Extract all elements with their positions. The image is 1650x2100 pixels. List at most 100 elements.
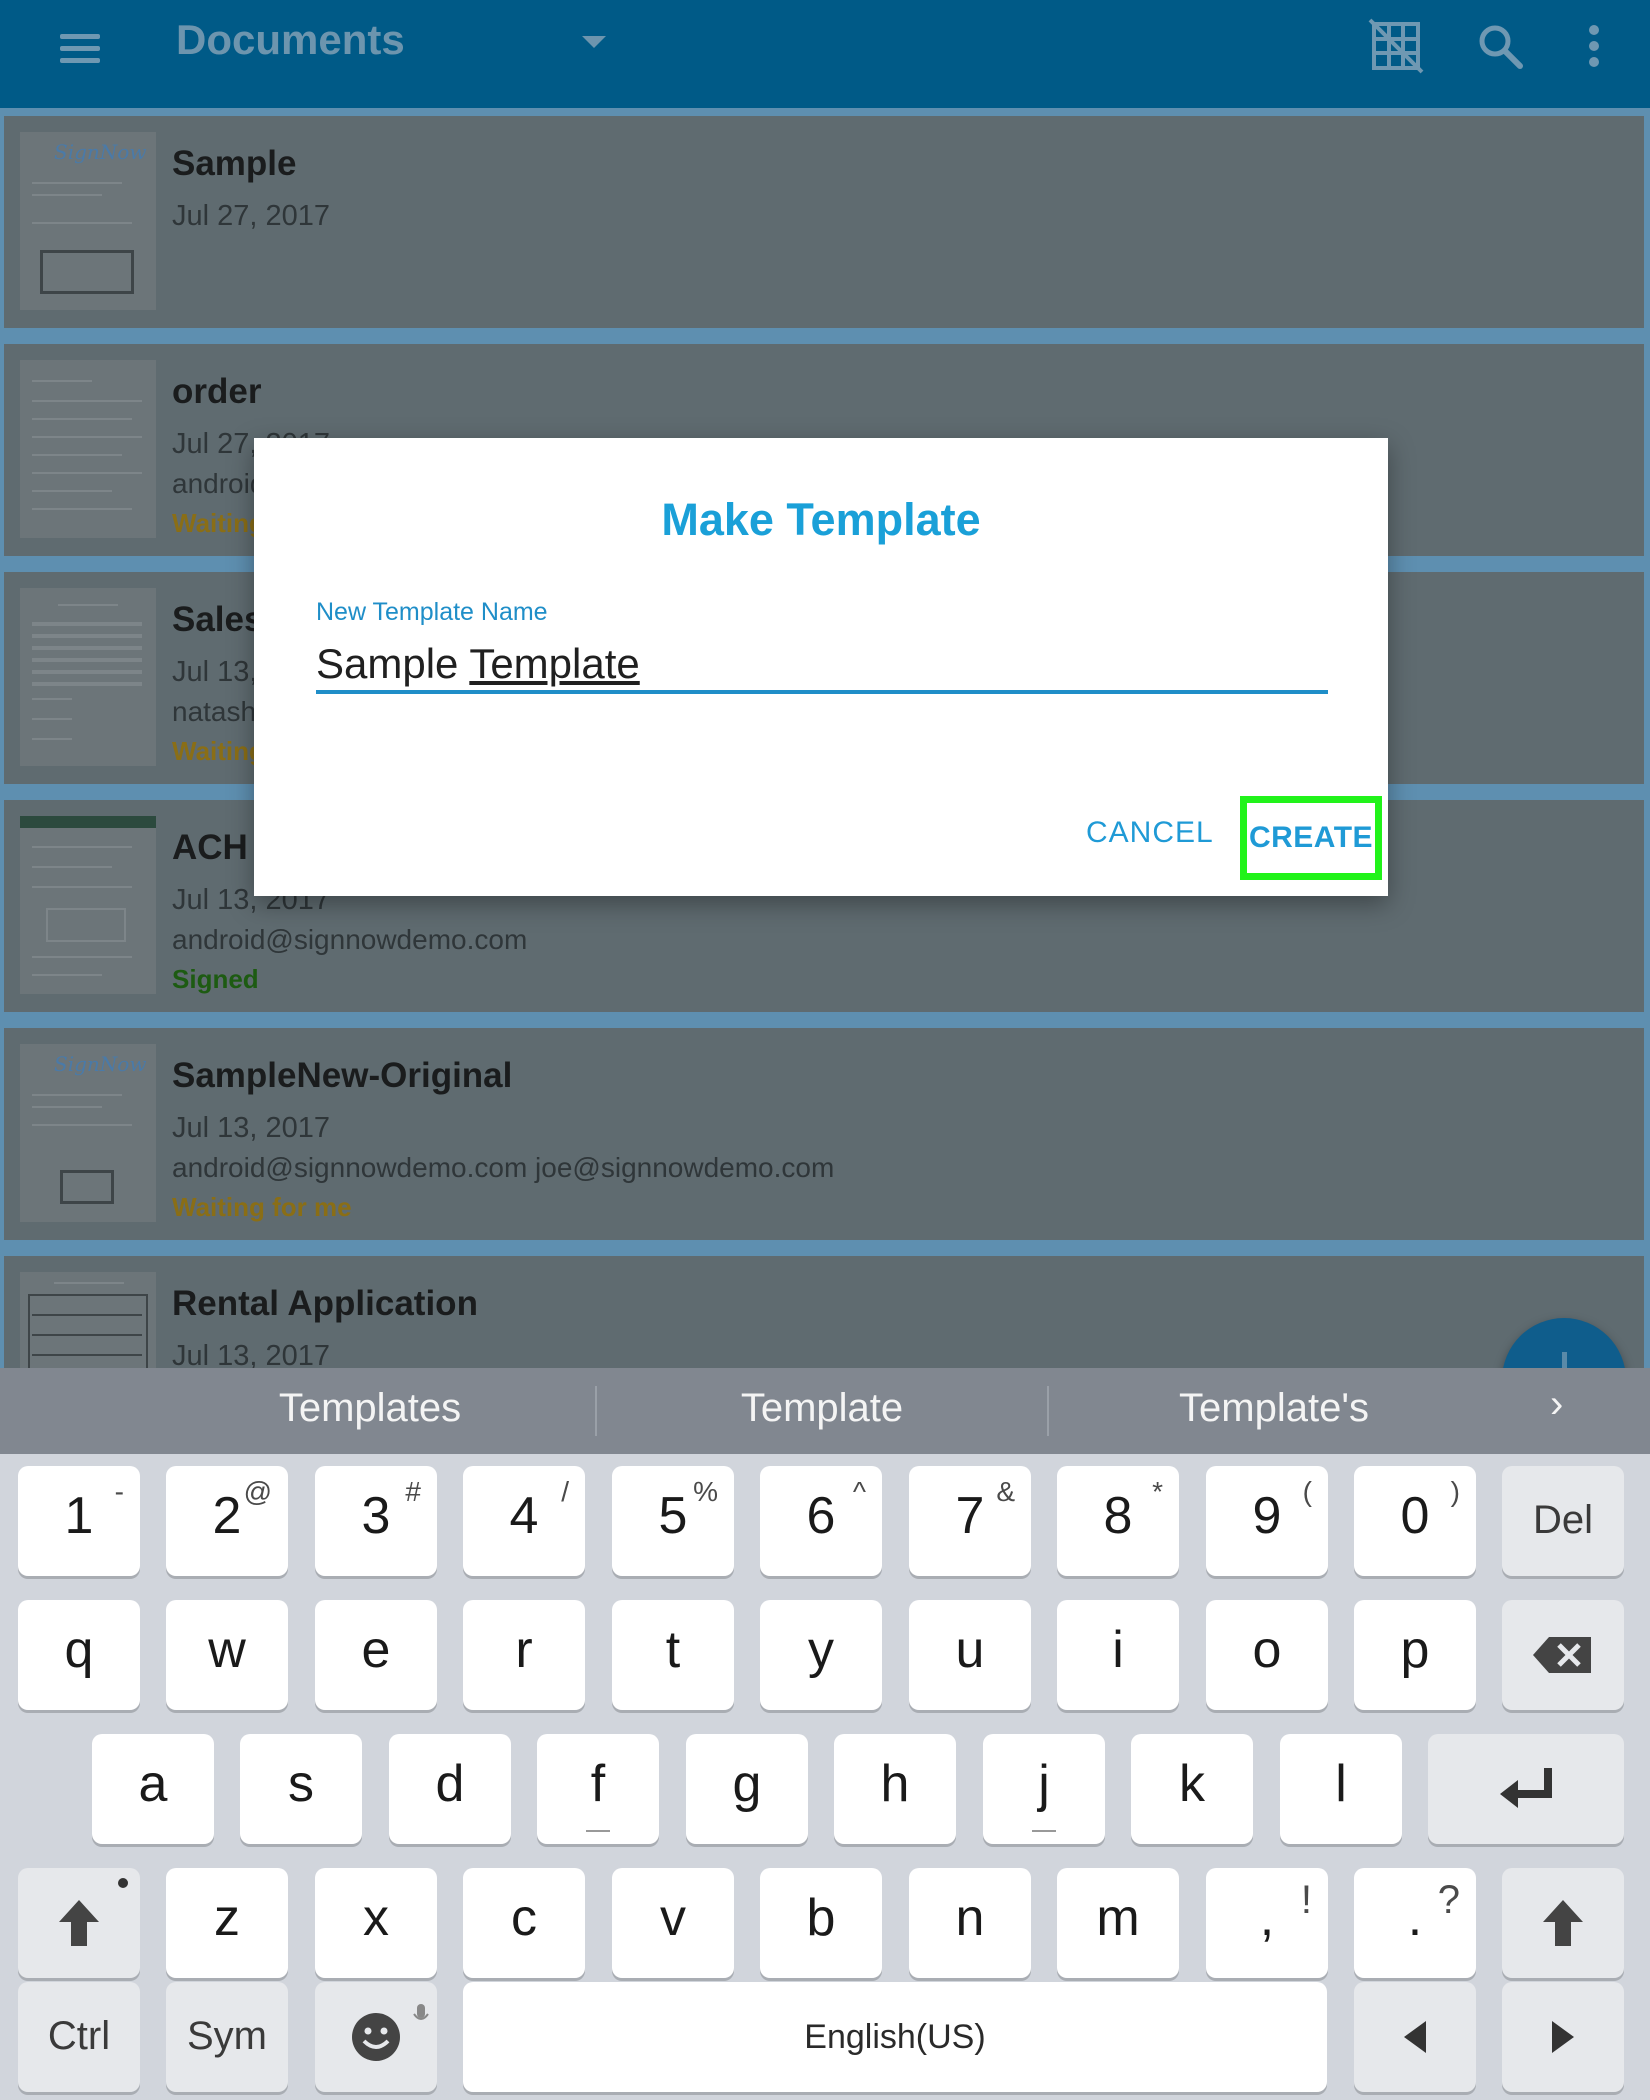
key-g[interactable]: g	[686, 1734, 808, 1844]
key-l[interactable]: l	[1280, 1734, 1402, 1844]
document-recipients: android@signnowdemo.com	[172, 924, 528, 955]
backspace-key[interactable]	[1502, 1600, 1624, 1710]
dropdown-caret-icon[interactable]	[582, 36, 606, 48]
key-0[interactable]: 0)	[1354, 1466, 1476, 1576]
key-5[interactable]: 5%	[612, 1466, 734, 1576]
sym-key[interactable]: Sym	[166, 1982, 288, 2092]
key-o[interactable]: o	[1206, 1600, 1328, 1710]
document-name: Rental Application	[172, 1284, 478, 1323]
key-c[interactable]: c	[463, 1868, 585, 1978]
key-r[interactable]: r	[463, 1600, 585, 1710]
key-y[interactable]: y	[760, 1600, 882, 1710]
key-comma[interactable]: ,!	[1206, 1868, 1328, 1978]
app-bar: Documents	[0, 0, 1650, 108]
document-name: Sales	[172, 600, 264, 639]
key-a[interactable]: a	[92, 1734, 214, 1844]
document-thumbnail	[20, 360, 156, 538]
key-f[interactable]: f	[537, 1734, 659, 1844]
document-thumbnail	[20, 588, 156, 766]
document-name: SampleNew-Original	[172, 1056, 513, 1095]
grid-off-icon[interactable]	[1364, 14, 1428, 78]
key-d[interactable]: d	[389, 1734, 511, 1844]
suggestion-strip: Templates Template Template's ›	[0, 1368, 1650, 1454]
key-k[interactable]: k	[1131, 1734, 1253, 1844]
cursor-right-key[interactable]	[1502, 1982, 1624, 2092]
shift-icon	[59, 1900, 99, 1946]
chevron-right-icon[interactable]: ›	[1550, 1382, 1563, 1427]
suggestion-item[interactable]: Template	[597, 1386, 1047, 1431]
emoji-icon	[352, 2013, 400, 2061]
enter-key[interactable]	[1428, 1734, 1624, 1844]
make-template-dialog: Make Template New Template Name Sample T…	[254, 438, 1388, 896]
suggestion-item[interactable]: Templates	[145, 1386, 595, 1431]
backspace-icon	[1533, 1637, 1591, 1673]
document-thumbnail	[20, 1272, 156, 1368]
key-u[interactable]: u	[909, 1600, 1031, 1710]
key-m[interactable]: m	[1057, 1868, 1179, 1978]
more-vert-icon[interactable]	[1564, 14, 1628, 78]
key-6[interactable]: 6 ^	[760, 1466, 882, 1576]
key-2[interactable]: 2 @	[166, 1466, 288, 1576]
document-thumbnail	[20, 816, 156, 994]
document-date: Jul 13, 2017	[172, 1340, 331, 1368]
key-q[interactable]: q	[18, 1600, 140, 1710]
key-7[interactable]: 7 &	[909, 1466, 1031, 1576]
key-p[interactable]: p	[1354, 1600, 1476, 1710]
shift-key-right[interactable]	[1502, 1868, 1624, 1978]
key-4[interactable]: 4/	[463, 1466, 585, 1576]
document-recipients: android@signnowdemo.com joe@signnowdemo.…	[172, 1152, 835, 1183]
cursor-left-key[interactable]	[1354, 1982, 1476, 2092]
enter-icon	[1500, 1768, 1552, 1808]
soft-keyboard: 1- 2 @ 3 # 4/ 5% 6 ^ 7 & 8 * 9( 0) Del q w e …	[0, 1454, 1650, 2100]
key-1[interactable]: 1-	[18, 1466, 140, 1576]
document-name: Sample	[172, 144, 297, 183]
key-j[interactable]: j	[983, 1734, 1105, 1844]
space-key[interactable]: English(US)	[463, 1982, 1327, 2092]
signnow-logo: SignNow	[54, 1052, 147, 1076]
dialog-title: Make Template	[661, 494, 981, 545]
key-b[interactable]: b	[760, 1868, 882, 1978]
document-date: Jul 13, 2017	[172, 1112, 331, 1144]
key-9[interactable]: 9(	[1206, 1466, 1328, 1576]
emoji-key[interactable]	[315, 1982, 437, 2092]
template-name-input[interactable]: Sample Template	[316, 640, 1328, 694]
mic-icon	[413, 2004, 429, 2020]
document-name: order	[172, 372, 262, 411]
app-title[interactable]: Documents	[176, 16, 405, 64]
document-row[interactable]: SignNow SampleNew-Original Jul 13, 2017 …	[4, 1028, 1644, 1240]
key-8[interactable]: 8 *	[1057, 1466, 1179, 1576]
key-3[interactable]: 3 #	[315, 1466, 437, 1576]
create-button[interactable]: CREATE	[1240, 796, 1382, 880]
key-v[interactable]: v	[612, 1868, 734, 1978]
document-row[interactable]: SignNow Sample Jul 27, 2017	[4, 116, 1644, 328]
document-date: Jul 27, 2017	[172, 200, 331, 232]
template-name-label: New Template Name	[316, 598, 548, 626]
status-badge: Signed	[172, 964, 259, 994]
search-icon[interactable]	[1468, 14, 1532, 78]
key-e[interactable]: e	[315, 1600, 437, 1710]
key-x[interactable]: x	[315, 1868, 437, 1978]
status-badge: Waiting for me	[172, 1192, 352, 1222]
key-t[interactable]: t	[612, 1600, 734, 1710]
key-n[interactable]: n	[909, 1868, 1031, 1978]
del-key[interactable]: Del	[1502, 1466, 1624, 1576]
ctrl-key[interactable]: Ctrl	[18, 1982, 140, 2092]
key-s[interactable]: s	[240, 1734, 362, 1844]
key-i[interactable]: i	[1057, 1600, 1179, 1710]
key-period[interactable]: .?	[1354, 1868, 1476, 1978]
shift-key-left[interactable]	[18, 1868, 140, 1978]
signnow-logo: SignNow	[54, 140, 147, 164]
template-name-text: Sample	[316, 640, 470, 687]
document-thumbnail: SignNow	[20, 132, 156, 310]
shift-icon	[1543, 1900, 1583, 1946]
arrow-left-icon	[1404, 2021, 1426, 2053]
template-name-composing-text: Template	[469, 640, 640, 687]
document-row[interactable]: Rental Application Jul 13, 2017	[4, 1256, 1644, 1368]
arrow-right-icon	[1552, 2021, 1574, 2053]
suggestion-item[interactable]: Template's	[1049, 1386, 1499, 1431]
menu-icon[interactable]	[52, 20, 108, 76]
key-z[interactable]: z	[166, 1868, 288, 1978]
key-w[interactable]: w	[166, 1600, 288, 1710]
key-h[interactable]: h	[834, 1734, 956, 1844]
cancel-button[interactable]: CANCEL	[1086, 816, 1214, 850]
